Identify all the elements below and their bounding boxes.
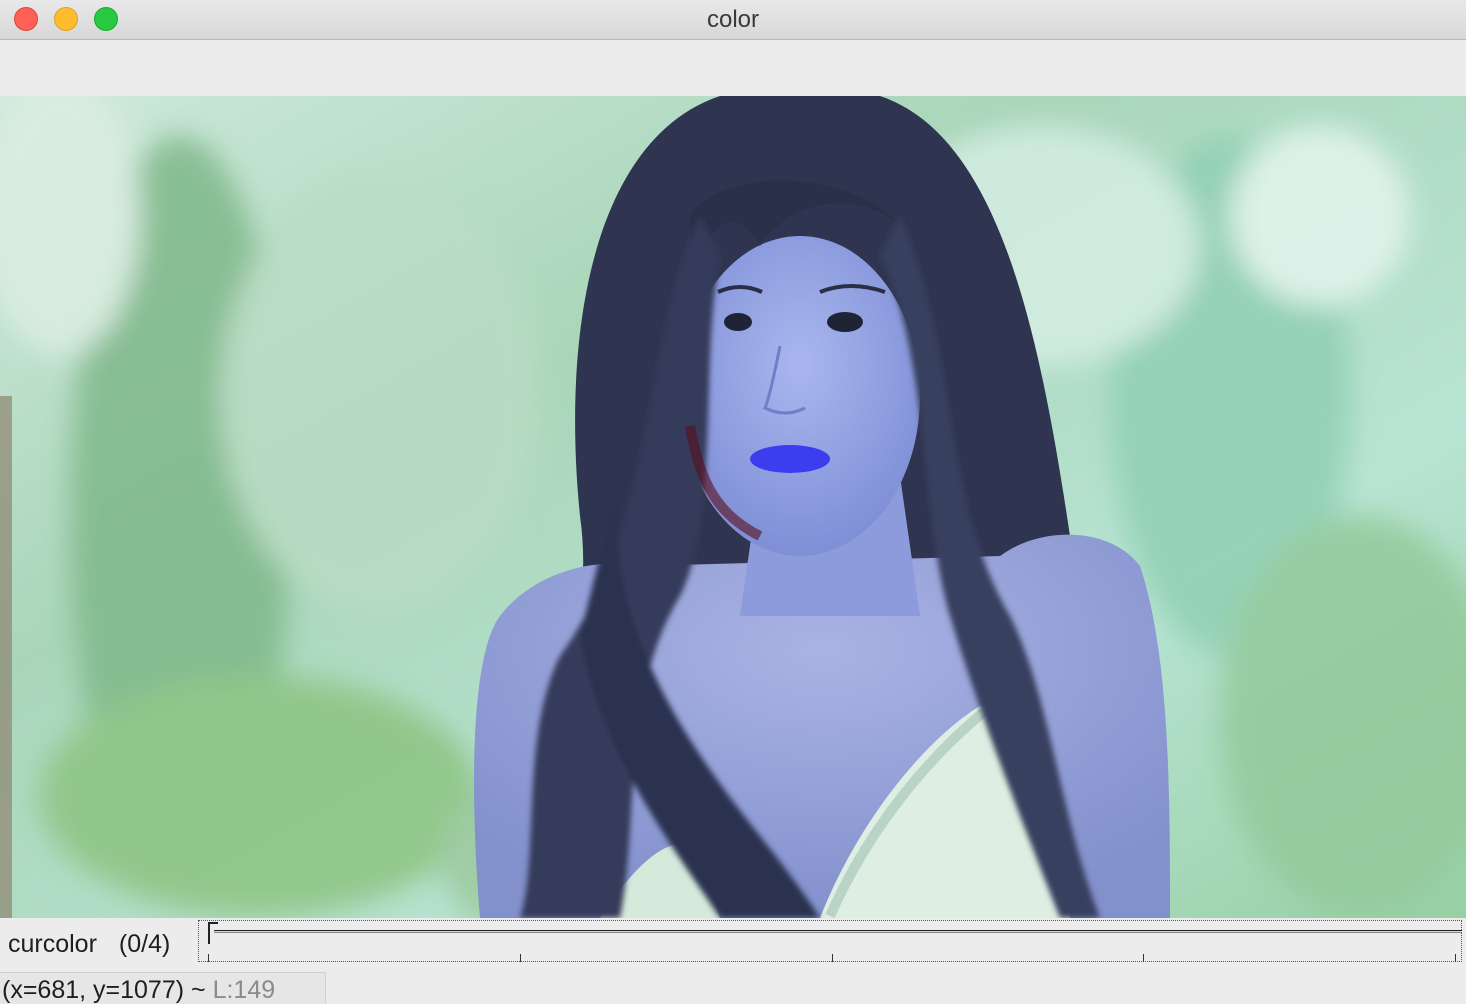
slider-tick <box>1143 954 1144 962</box>
curcolor-slider[interactable] <box>198 920 1464 964</box>
trackbar-row: curcolor (0/4) <box>0 918 1466 970</box>
cursor-coordinates: (x=681, y=1077) ~ <box>2 976 206 1004</box>
slider-focus-frame <box>198 920 1462 962</box>
trackbar-name: curcolor <box>8 930 97 958</box>
slider-tick <box>520 954 521 962</box>
toolbar-area <box>0 40 1466 96</box>
title-bar[interactable]: color <box>0 0 1466 40</box>
displayed-image <box>0 96 1466 918</box>
slider-tick <box>208 954 209 962</box>
slider-handle[interactable] <box>208 922 218 944</box>
slider-tick <box>832 954 833 962</box>
app-window: color curcolor (0/4) (x=681, y=1077) ~ L… <box>0 0 1466 1004</box>
status-readout: (x=681, y=1077) ~ L:149 <box>2 976 275 1004</box>
trackbar-value: (0/4) <box>118 930 171 958</box>
trackbar-label: curcolor (0/4) <box>8 930 170 959</box>
image-canvas[interactable] <box>0 96 1466 918</box>
status-bar: (x=681, y=1077) ~ L:149 <box>0 972 326 1004</box>
slider-tick <box>1455 954 1456 962</box>
slider-track[interactable] <box>214 930 1462 933</box>
window-title: color <box>706 6 760 33</box>
luminance-value: L:149 <box>212 976 276 1004</box>
